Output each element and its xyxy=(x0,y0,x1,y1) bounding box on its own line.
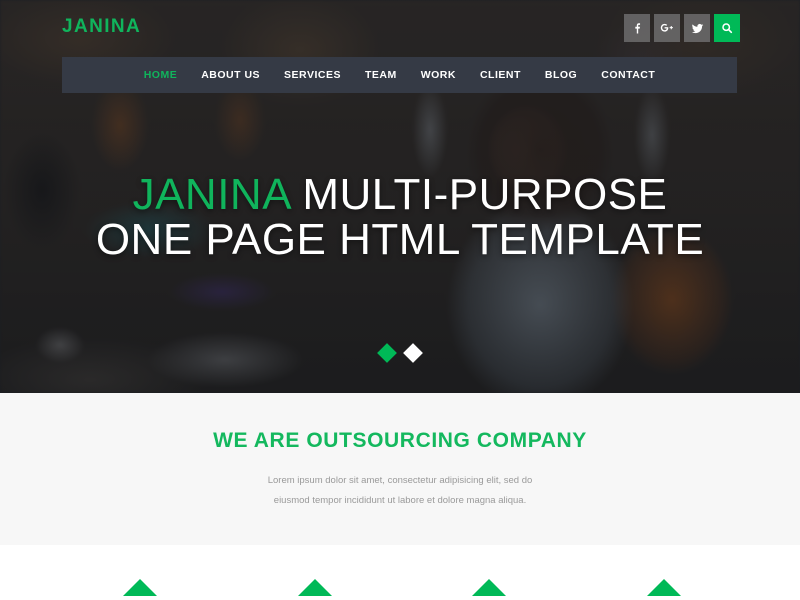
nav-item-work[interactable]: WORK xyxy=(409,69,468,81)
nav-item-team[interactable]: TEAM xyxy=(353,69,409,81)
service-marker-3[interactable] xyxy=(472,579,506,596)
nav-item-contact[interactable]: CONTACT xyxy=(589,69,667,81)
nav-list: HOME ABOUT US SERVICES TEAM WORK CLIENT … xyxy=(132,69,668,81)
main-navigation: HOME ABOUT US SERVICES TEAM WORK CLIENT … xyxy=(62,57,737,93)
hero-heading-brand: JANINA xyxy=(132,170,290,219)
facebook-icon[interactable] xyxy=(624,14,650,42)
hero-heading-line-1: JANINA MULTI-PURPOSE xyxy=(0,172,800,217)
social-links xyxy=(624,14,740,42)
nav-item-home[interactable]: HOME xyxy=(132,69,190,81)
site-logo[interactable]: JANINA xyxy=(62,16,141,38)
google-plus-icon[interactable] xyxy=(654,14,680,42)
nav-item-blog[interactable]: BLOG xyxy=(533,69,589,81)
carousel-indicators xyxy=(0,343,800,363)
service-marker-2[interactable] xyxy=(298,579,332,596)
hero-banner: JANINA HOME ABOUT US SERVICES TEAM WORK … xyxy=(0,0,800,393)
service-marker-1[interactable] xyxy=(123,579,157,596)
about-paragraph: Lorem ipsum dolor sit amet, consectetur … xyxy=(267,475,533,506)
about-section: WE ARE OUTSOURCING COMPANY Lorem ipsum d… xyxy=(0,393,800,545)
hero-heading: JANINA MULTI-PURPOSE ONE PAGE HTML TEMPL… xyxy=(0,172,800,262)
search-button[interactable] xyxy=(714,14,740,42)
carousel-dot-2[interactable] xyxy=(403,343,423,363)
hero-heading-line-1-rest: MULTI-PURPOSE xyxy=(289,170,668,219)
nav-item-about-us[interactable]: ABOUT US xyxy=(189,69,272,81)
nav-item-services[interactable]: SERVICES xyxy=(272,69,353,81)
carousel-dot-1[interactable] xyxy=(377,343,397,363)
service-marker-4[interactable] xyxy=(647,579,681,596)
nav-item-client[interactable]: CLIENT xyxy=(468,69,533,81)
page-root: JANINA HOME ABOUT US SERVICES TEAM WORK … xyxy=(0,0,800,600)
twitter-icon[interactable] xyxy=(684,14,710,42)
hero-heading-line-2: ONE PAGE HTML TEMPLATE xyxy=(95,215,705,264)
about-title: WE ARE OUTSOURCING COMPANY xyxy=(213,429,587,452)
top-bar: JANINA xyxy=(0,0,800,55)
services-section xyxy=(0,545,800,600)
